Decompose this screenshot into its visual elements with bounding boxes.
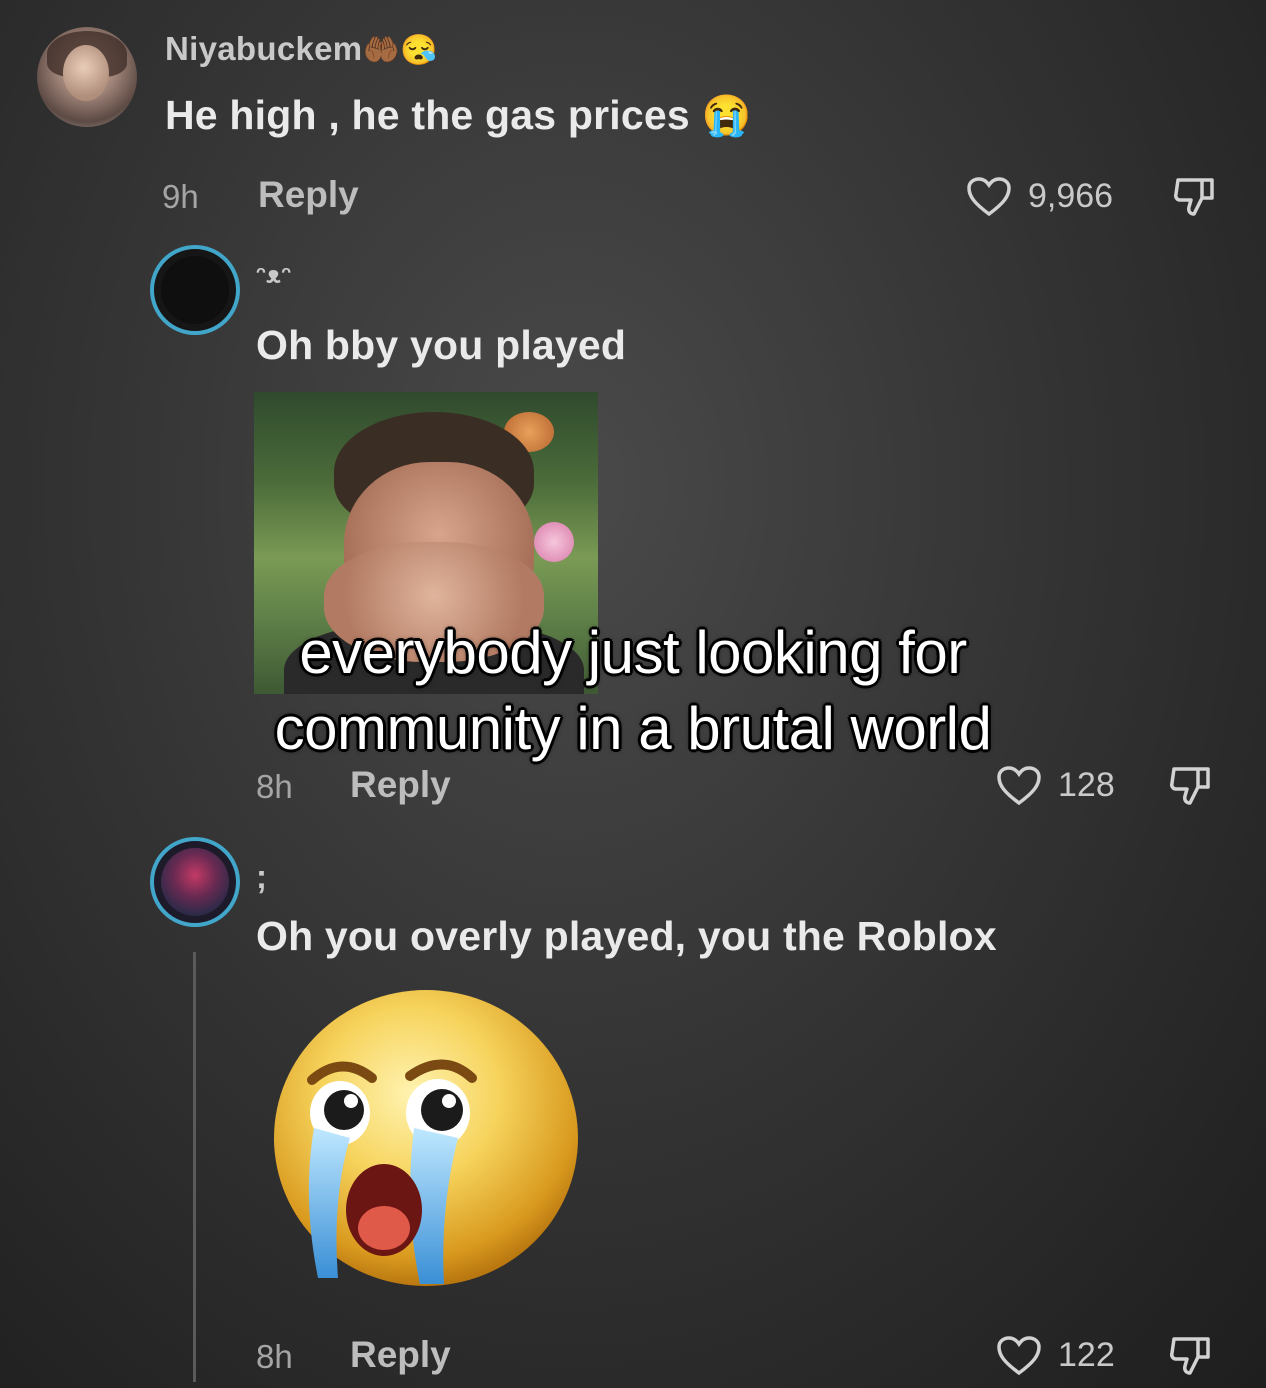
comment-time: 8h <box>256 768 293 805</box>
crying-face-sticker[interactable] <box>272 988 580 1288</box>
like-count: 122 <box>1058 1336 1115 1374</box>
reply-button[interactable]: Reply <box>258 174 359 216</box>
avatar-image <box>161 848 229 916</box>
overlay-caption-line-2: community in a brutal world <box>274 695 992 762</box>
flower <box>534 522 574 562</box>
comment-time: 9h <box>162 178 199 215</box>
avatar[interactable] <box>150 245 240 335</box>
thread-line <box>193 952 196 1382</box>
comment-username[interactable]: Niyabuckem🤲🏾😪 <box>165 30 438 68</box>
reply-button[interactable]: Reply <box>350 1334 451 1376</box>
username-text: Niyabuckem <box>165 30 363 67</box>
comment-text: He high , he the gas prices 😭 <box>165 92 751 139</box>
comment-text-body: He high , he the gas prices <box>165 92 690 138</box>
avatar-face <box>63 45 109 101</box>
avatar-image <box>161 256 229 324</box>
crying-emoji: 😭 <box>701 94 752 138</box>
dislike-icon[interactable] <box>1168 765 1216 807</box>
overlay-caption-line-1: everybody just looking for <box>299 619 967 686</box>
heart-icon[interactable] <box>966 176 1012 218</box>
reply-button[interactable]: Reply <box>350 764 451 806</box>
username-emojis: 🤲🏾😪 <box>362 34 438 67</box>
dislike-icon[interactable] <box>1172 176 1220 218</box>
comment-time: 8h <box>256 1338 293 1375</box>
avatar[interactable] <box>37 27 137 127</box>
heart-icon[interactable] <box>996 1335 1042 1377</box>
heart-icon[interactable] <box>996 765 1042 807</box>
comment-username[interactable]: ; <box>256 858 267 896</box>
avatar[interactable] <box>150 837 240 927</box>
like-count: 9,966 <box>1028 177 1114 215</box>
comment-username[interactable]: ᵔᴥᵔ <box>256 262 291 290</box>
like-count: 128 <box>1058 766 1115 804</box>
comment-text: Oh you overly played, you the Roblox <box>256 913 997 959</box>
comment-text: Oh bby you played <box>256 322 627 368</box>
dislike-icon[interactable] <box>1168 1335 1216 1377</box>
